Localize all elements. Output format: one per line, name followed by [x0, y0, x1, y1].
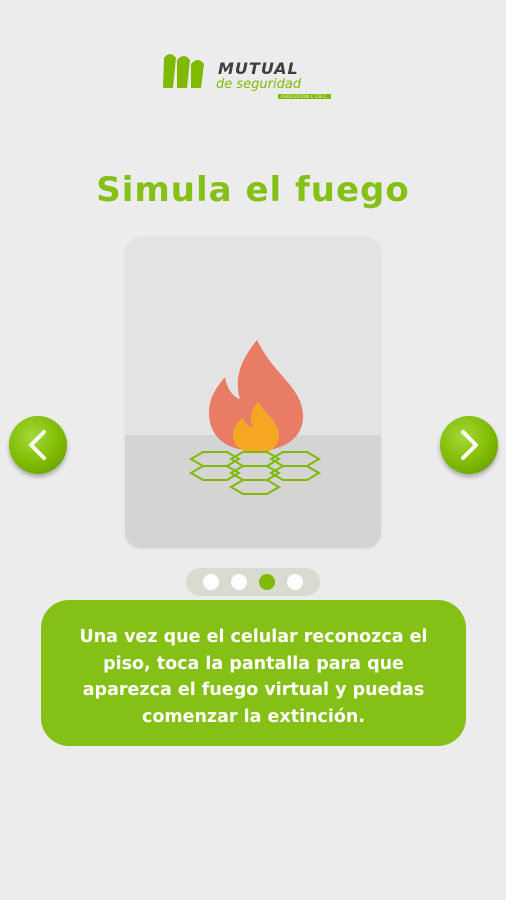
onboarding-screen: MUTUAL de seguridad ASOCIACIÓN C.CH.C. S… — [0, 0, 506, 900]
logo-brand: MUTUAL — [218, 59, 299, 78]
chevron-left-icon — [29, 430, 46, 460]
page-dot-1[interactable] — [203, 574, 219, 590]
previous-button[interactable] — [9, 416, 67, 474]
page-indicator — [186, 568, 320, 596]
info-box: Una vez que el celular reconozca el piso… — [41, 600, 466, 746]
logo-tagline: ASOCIACIÓN C.CH.C. — [278, 94, 331, 99]
fire-on-hexagon-floor-icon — [189, 340, 321, 495]
page-dot-2[interactable] — [231, 574, 247, 590]
next-button[interactable] — [440, 416, 498, 474]
logo-mark-icon — [163, 54, 204, 88]
page-dot-4[interactable] — [287, 574, 303, 590]
info-text: Una vez que el celular reconozca el piso… — [79, 627, 428, 727]
logo-subtitle: de seguridad — [216, 77, 302, 92]
chevron-right-icon — [461, 430, 478, 460]
mutual-logo: MUTUAL de seguridad ASOCIACIÓN C.CH.C. — [160, 50, 350, 102]
page-title: Simula el fuego — [96, 170, 410, 210]
page-dot-3[interactable] — [259, 574, 275, 590]
illustration-card — [125, 237, 381, 548]
